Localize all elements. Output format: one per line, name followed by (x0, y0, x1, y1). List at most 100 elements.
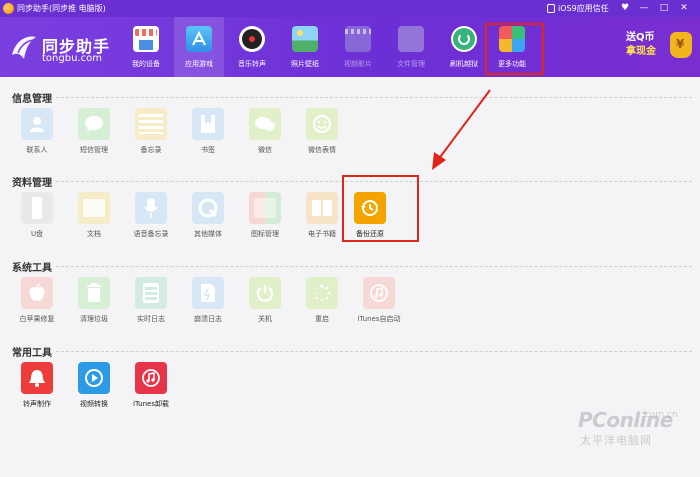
section-divider (56, 266, 692, 267)
main-nav: 同步助手 tongbu.com 我的设备 应用游戏 音乐铃声 照片壁纸 视频影片 (0, 17, 700, 77)
minimize-button[interactable]: — (637, 1, 651, 15)
ios9-trust-link[interactable]: iOS9应用信任 (558, 3, 609, 14)
tile-wechat[interactable]: 微信 (240, 108, 290, 163)
maximize-button[interactable]: □ (657, 1, 671, 15)
highlight-more-features (485, 23, 544, 75)
store-icon (133, 26, 159, 52)
nav-label: 文件管理 (397, 60, 425, 68)
nav-file-manager[interactable]: 文件管理 (386, 17, 436, 77)
crash-log-icon (192, 277, 224, 309)
nav-music-ringtones[interactable]: 音乐铃声 (227, 17, 277, 77)
mic-icon (135, 192, 167, 224)
brand-logo: 同步助手 tongbu.com (8, 31, 128, 71)
tile-label: 铃声制作 (23, 400, 51, 408)
icon-manage-icon (249, 192, 281, 224)
close-button[interactable]: ✕ (677, 1, 691, 15)
red-arrow-icon (432, 89, 491, 170)
tongbu-logo-icon (12, 36, 36, 59)
phone-icon (547, 4, 555, 13)
tile-itunes-autostart[interactable]: iTunes自启动 (354, 277, 404, 332)
tile-label: 重启 (315, 315, 329, 323)
brand-site: tongbu.com (42, 53, 102, 64)
tile-label: 关机 (258, 315, 272, 323)
tile-icon-manage[interactable]: 图标管理 (240, 192, 290, 247)
folder-icon (398, 26, 424, 52)
section-divider (56, 97, 692, 98)
highlight-backup-restore (342, 175, 419, 242)
section-title-data: 资料管理 (12, 178, 52, 189)
tile-label: 微信表情 (308, 146, 336, 154)
tile-label: 微信 (258, 146, 272, 154)
tile-memo[interactable]: 备忘录 (126, 108, 176, 163)
nav-apps-games[interactable]: 应用游戏 (174, 17, 224, 77)
tile-label: 备忘录 (140, 146, 162, 154)
nav-label: 应用游戏 (185, 60, 213, 68)
itunes-uninstall-icon (135, 362, 167, 394)
power-icon (249, 277, 281, 309)
tile-other-media[interactable]: 其他媒体 (183, 192, 233, 247)
usb-icon (21, 192, 53, 224)
memo-icon (135, 108, 167, 140)
tile-label: iTunes卸载 (133, 400, 169, 408)
tile-usb-disk[interactable]: U盘 (12, 192, 62, 247)
section-title-info: 信息管理 (12, 94, 52, 105)
restart-icon (306, 277, 338, 309)
nav-label: 视频影片 (344, 60, 372, 68)
tile-label: 其他媒体 (194, 230, 222, 238)
tile-label: 崩溃日志 (194, 315, 222, 323)
watermark-cn: 太平洋电脑网 (580, 434, 652, 447)
nav-label: 刷机越狱 (450, 60, 478, 68)
tile-restart[interactable]: 重启 (297, 277, 347, 332)
nav-my-device[interactable]: 我的设备 (121, 17, 171, 77)
tile-label: iTunes自启动 (357, 315, 401, 323)
promo-line-2: 拿现金 (626, 46, 656, 57)
music-disc-icon (239, 26, 265, 52)
clapper-icon (345, 26, 371, 52)
document-icon (78, 192, 110, 224)
nav-label: 音乐铃声 (238, 60, 266, 68)
apple-repair-icon (21, 277, 53, 309)
tile-bookmark[interactable]: 书签 (183, 108, 233, 163)
promo-banner[interactable]: 送Q币 拿现金 (622, 26, 696, 70)
tile-ringtone-maker[interactable]: 铃声制作 (12, 362, 62, 417)
tile-white-apple-fix[interactable]: 白苹果修复 (12, 277, 62, 332)
trash-icon (78, 277, 110, 309)
watermark-domain: .com.cn (642, 410, 678, 420)
tile-itunes-uninstall[interactable]: iTunes卸载 (126, 362, 176, 417)
money-bag-icon (670, 32, 692, 58)
log-icon (135, 277, 167, 309)
tile-label: 短信管理 (80, 146, 108, 154)
nav-flash-jailbreak[interactable]: 刷机越狱 (439, 17, 489, 77)
media-icon (192, 192, 224, 224)
tile-wechat-emoji[interactable]: 微信表情 (297, 108, 347, 163)
tile-sms[interactable]: 短信管理 (69, 108, 119, 163)
tile-label: 图标管理 (251, 230, 279, 238)
tile-video-convert[interactable]: 视频转换 (69, 362, 119, 417)
tile-clean-junk[interactable]: 清理垃圾 (69, 277, 119, 332)
nav-photos-wallpaper[interactable]: 照片壁纸 (280, 17, 330, 77)
favorite-icon[interactable]: ♥ (618, 1, 632, 15)
tile-voice-memo[interactable]: 语音备忘录 (126, 192, 176, 247)
window-title: 同步助手(同步推 电脑版) (17, 4, 106, 13)
app-store-icon (186, 26, 212, 52)
tile-label: 视频转换 (80, 400, 108, 408)
section-title-system: 系统工具 (12, 263, 52, 274)
tile-label: 联系人 (26, 146, 48, 154)
section-divider (56, 351, 692, 352)
tile-crash-log[interactable]: 崩溃日志 (183, 277, 233, 332)
wechat-icon (249, 108, 281, 140)
tile-documents[interactable]: 文档 (69, 192, 119, 247)
tile-shutdown[interactable]: 关机 (240, 277, 290, 332)
bookmark-icon (192, 108, 224, 140)
nav-label: 我的设备 (132, 60, 160, 68)
tile-contacts[interactable]: 联系人 (12, 108, 62, 163)
nav-video[interactable]: 视频影片 (333, 17, 383, 77)
tile-realtime-log[interactable]: 实时日志 (126, 277, 176, 332)
app-logo-icon (3, 3, 14, 14)
contact-icon (21, 108, 53, 140)
tile-label: 清理垃圾 (80, 315, 108, 323)
video-convert-icon (78, 362, 110, 394)
ringtone-icon (21, 362, 53, 394)
pconline-watermark: PConline .com.cn 太平洋电脑网 (578, 408, 678, 447)
tile-label: 白苹果修复 (19, 315, 55, 323)
